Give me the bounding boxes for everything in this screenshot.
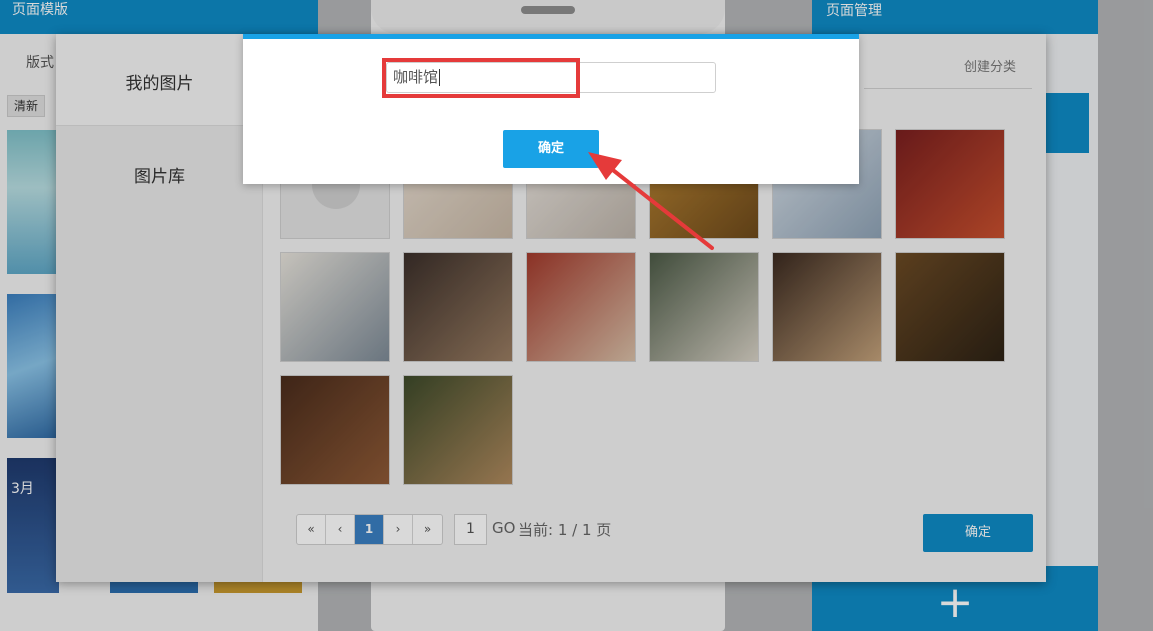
- category-dialog: 咖啡馆 确定: [243, 34, 859, 184]
- annotation-highlight-box: [382, 58, 580, 98]
- dialog-confirm-button[interactable]: 确定: [503, 130, 599, 168]
